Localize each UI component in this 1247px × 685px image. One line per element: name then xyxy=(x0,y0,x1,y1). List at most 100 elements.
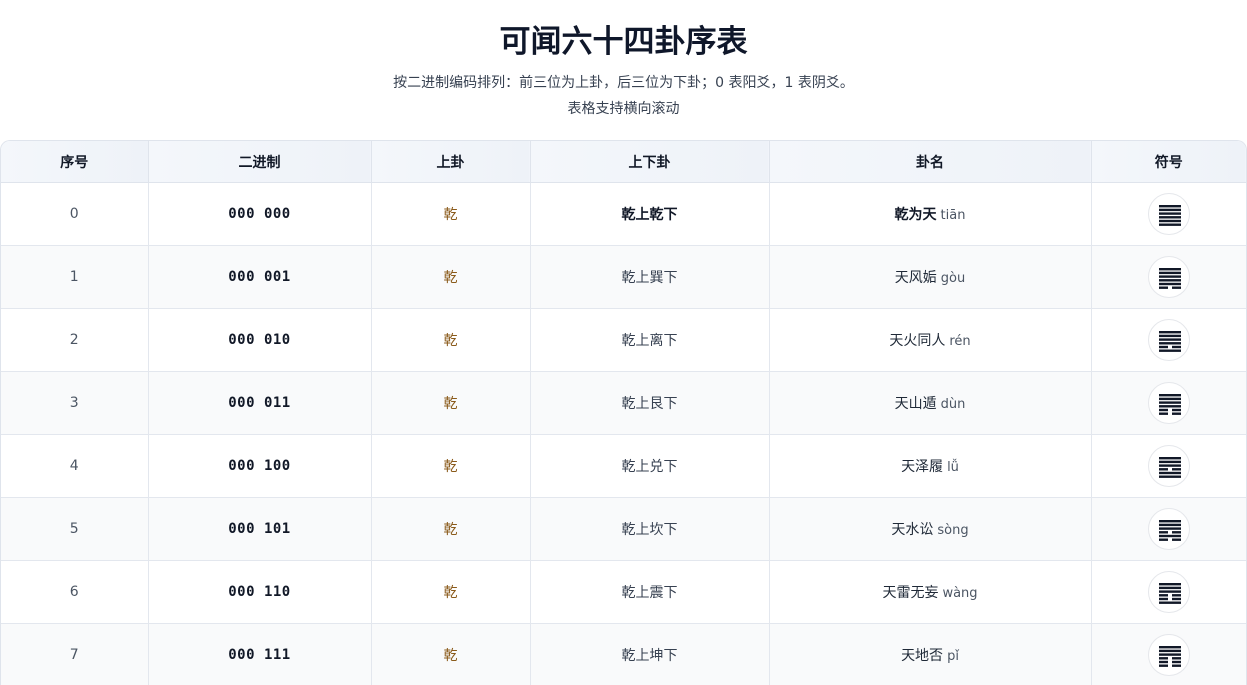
table-header-row: 序号 二进制 上卦 上下卦 卦名 符号 xyxy=(1,141,1246,183)
cell-symbol xyxy=(1091,623,1246,685)
hexagram-lines-icon xyxy=(1158,457,1181,478)
hexagram-lines-icon xyxy=(1158,331,1181,352)
yang-line xyxy=(1158,331,1181,334)
yang-line xyxy=(1158,586,1181,590)
cell-symbol xyxy=(1091,245,1246,309)
yang-line xyxy=(1158,282,1181,286)
cell-upper-trigram: 乾 xyxy=(371,497,531,561)
hexagram-symbol-icon xyxy=(1147,193,1190,235)
cell-hexagram-name: 天地否 pǐ xyxy=(769,623,1092,685)
hexagram-lines-icon xyxy=(1158,520,1181,541)
yang-line xyxy=(1158,334,1181,338)
cell-binary: 000 100 xyxy=(148,434,372,498)
yang-line xyxy=(1158,271,1181,275)
yin-line-segment xyxy=(1158,664,1168,667)
hexagram-name: 乾为天 xyxy=(894,207,937,223)
hexagram-pinyin: wàng xyxy=(942,586,978,601)
cell-index: 4 xyxy=(1,434,149,498)
yang-line xyxy=(1158,457,1181,460)
cell-index: 3 xyxy=(1,371,149,435)
header-upper-trigram[interactable]: 上卦 xyxy=(371,141,531,183)
hexagram-symbol-icon xyxy=(1147,319,1190,361)
hexagram-name: 天水讼 xyxy=(891,522,934,538)
yin-line-segment xyxy=(1158,468,1168,471)
cell-index: 0 xyxy=(1,182,149,246)
yang-line xyxy=(1158,216,1181,219)
cell-binary: 000 101 xyxy=(148,497,372,561)
cell-upper-trigram: 乾 xyxy=(371,371,531,435)
header-trigram-combo[interactable]: 上下卦 xyxy=(530,141,770,183)
cell-trigram-combo: 乾上坤下 xyxy=(530,623,770,685)
cell-binary: 000 110 xyxy=(148,560,372,624)
cell-trigram-combo: 乾上艮下 xyxy=(530,371,770,435)
cell-binary: 000 111 xyxy=(148,623,372,685)
cell-binary: 000 001 xyxy=(148,245,372,309)
yang-line xyxy=(1158,268,1181,271)
yin-line-segment xyxy=(1158,594,1168,597)
cell-trigram-combo: 乾上离下 xyxy=(530,308,770,372)
hexagram-pinyin: rén xyxy=(949,334,971,349)
hexagram-table-scroll[interactable]: 序号 二进制 上卦 上下卦 卦名 符号 0 000 000 乾乾上乾下 乾为天 tiān… xyxy=(0,140,1247,685)
yin-line-segment xyxy=(1158,657,1168,660)
yang-line xyxy=(1158,475,1181,478)
cell-index: 7 xyxy=(1,623,149,685)
cell-upper-trigram: 乾 xyxy=(371,182,531,246)
yin-line-segment xyxy=(1158,538,1168,541)
yang-line xyxy=(1158,279,1181,282)
cell-hexagram-name: 天水讼 sòng xyxy=(769,497,1092,561)
hexagram-symbol-icon xyxy=(1147,256,1190,298)
table-row: 0 000 000 乾乾上乾下 乾为天 tiān xyxy=(1,182,1246,246)
hexagram-name: 天山遁 xyxy=(894,396,937,412)
cell-hexagram-name: 天风姤 gòu xyxy=(769,245,1092,309)
yang-line xyxy=(1158,205,1181,208)
scroll-hint: 表格支持横向滚动 xyxy=(567,101,680,117)
hexagram-name: 天地否 xyxy=(901,648,944,664)
cell-binary: 000 000 xyxy=(148,182,372,246)
yang-line xyxy=(1158,649,1181,653)
cell-trigram-combo: 乾上坎下 xyxy=(530,497,770,561)
hexagram-name: 天雷无妄 xyxy=(882,585,939,601)
cell-hexagram-name: 天火同人 rén xyxy=(769,308,1092,372)
header-index[interactable]: 序号 xyxy=(1,141,149,183)
yin-line-segment xyxy=(1171,538,1181,541)
header-hexagram-name[interactable]: 卦名 xyxy=(769,141,1092,183)
yang-line xyxy=(1158,212,1181,215)
yang-line xyxy=(1158,397,1181,401)
yin-line-segment xyxy=(1171,345,1181,349)
header-binary[interactable]: 二进制 xyxy=(148,141,372,183)
yang-line xyxy=(1158,653,1181,656)
yin-line-segment xyxy=(1158,408,1168,412)
cell-trigram-combo: 乾上乾下 xyxy=(530,182,770,246)
hexagram-pinyin: sòng xyxy=(937,523,969,538)
cell-index: 2 xyxy=(1,308,149,372)
cell-symbol xyxy=(1091,560,1246,624)
hexagram-symbol-icon xyxy=(1147,445,1190,487)
cell-symbol xyxy=(1091,182,1246,246)
yin-line-segment xyxy=(1171,664,1181,667)
cell-trigram-combo: 乾上震下 xyxy=(530,560,770,624)
cell-symbol xyxy=(1091,434,1246,498)
yang-line xyxy=(1158,338,1181,341)
cell-hexagram-name: 天泽履 lǚ xyxy=(769,434,1092,498)
yang-line xyxy=(1158,342,1181,345)
yin-line-segment xyxy=(1171,597,1181,601)
table-body: 0 000 000 乾乾上乾下 乾为天 tiān 1 000 001 乾乾上巽下 天风姤 gòu 2… xyxy=(1,182,1246,685)
yin-line-segment xyxy=(1171,594,1181,597)
yin-line-segment xyxy=(1158,531,1168,534)
hexagram-pinyin: pǐ xyxy=(947,649,959,664)
yin-line-segment xyxy=(1158,345,1168,349)
yang-line xyxy=(1158,349,1181,352)
cell-hexagram-name: 天山遁 dùn xyxy=(769,371,1092,435)
yang-line xyxy=(1158,583,1181,586)
yin-line-segment xyxy=(1158,660,1168,664)
yang-line xyxy=(1158,471,1181,475)
hexagram-pinyin: lǚ xyxy=(947,460,959,475)
header-symbol[interactable]: 符号 xyxy=(1091,141,1246,183)
cell-symbol xyxy=(1091,497,1246,561)
yin-line-segment xyxy=(1171,408,1181,412)
hexagram-name: 天火同人 xyxy=(889,333,946,349)
hexagram-table: 序号 二进制 上卦 上下卦 卦名 符号 0 000 000 乾乾上乾下 乾为天 tiān… xyxy=(1,141,1246,685)
cell-upper-trigram: 乾 xyxy=(371,308,531,372)
hexagram-lines-icon xyxy=(1158,583,1181,604)
cell-hexagram-name: 天雷无妄 wàng xyxy=(769,560,1092,624)
